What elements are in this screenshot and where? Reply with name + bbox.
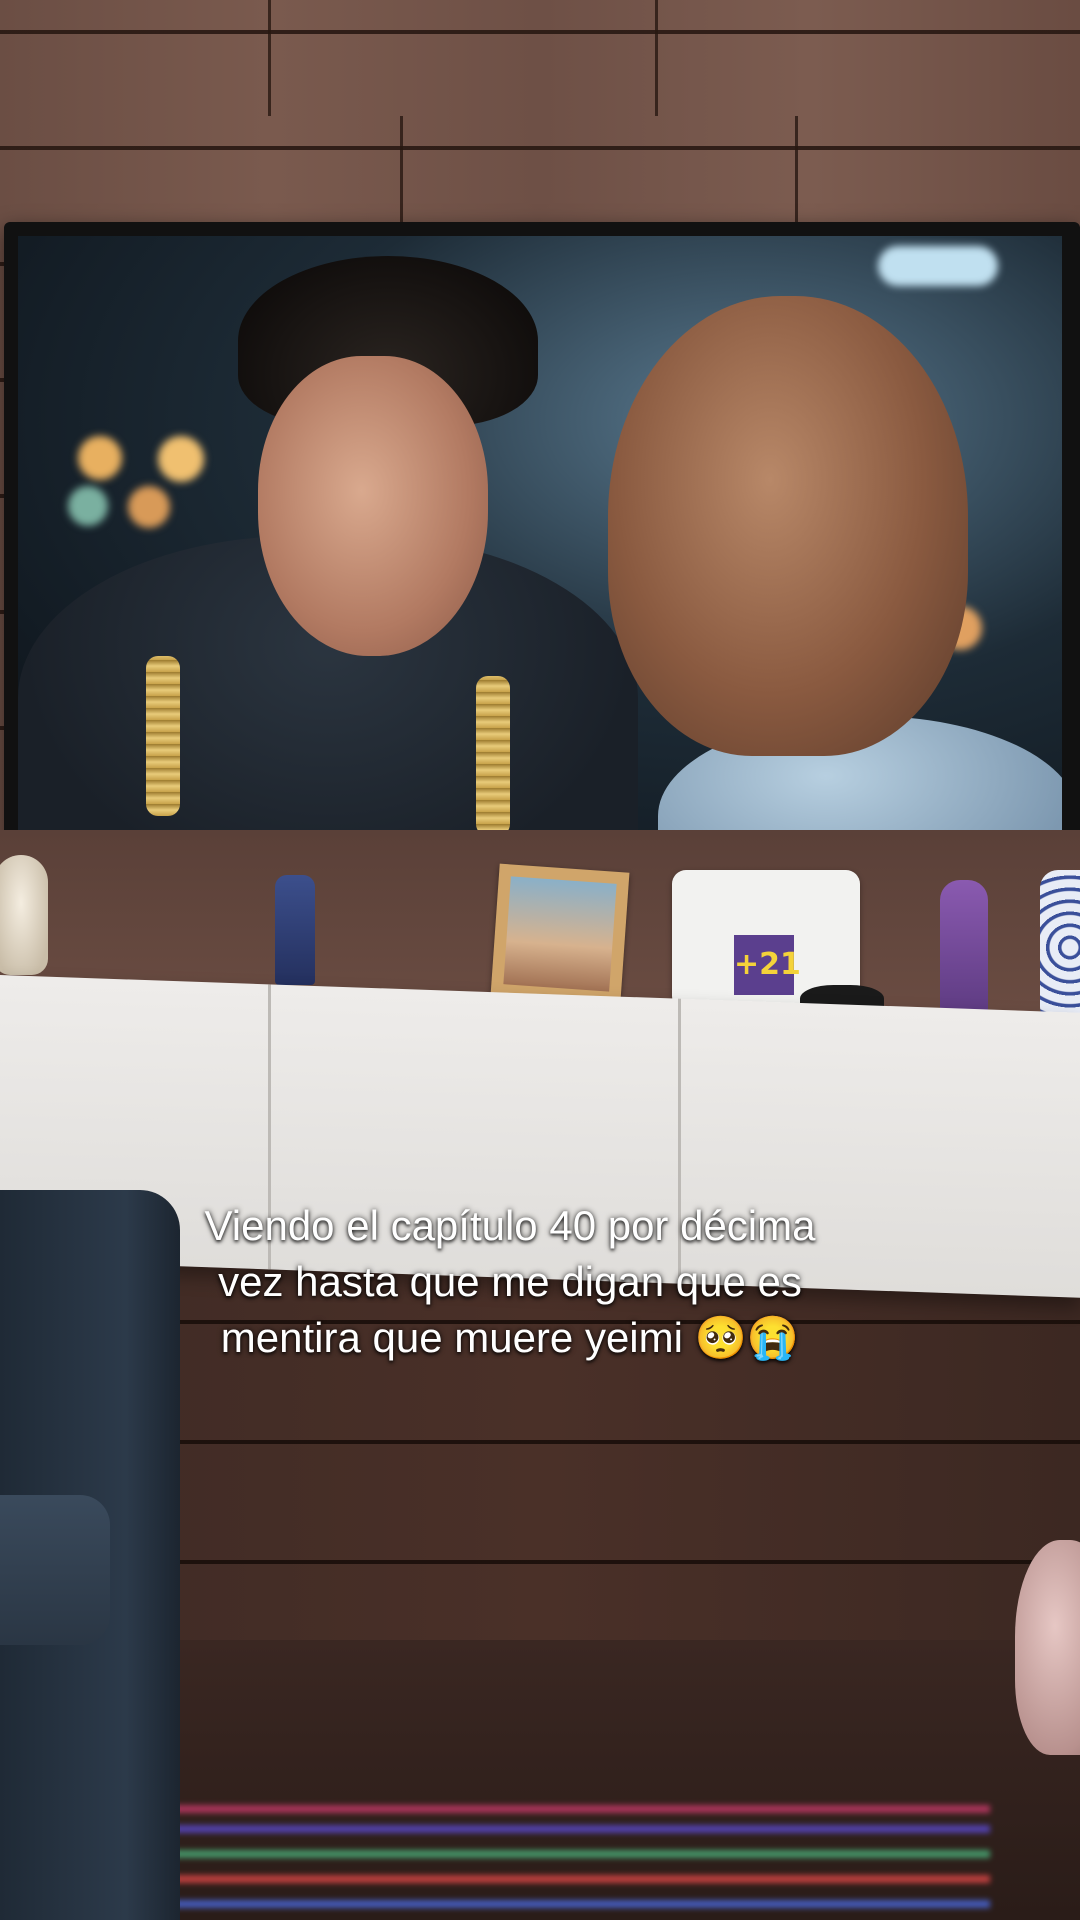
television	[4, 222, 1080, 872]
bokeh-light	[68, 486, 108, 526]
gold-chain	[476, 676, 510, 836]
caption-line: Viendo el capítulo 40 por décima	[204, 1202, 816, 1249]
wall-seam	[795, 116, 798, 228]
photo	[503, 876, 617, 992]
vase-right	[1040, 870, 1080, 1025]
man-face	[258, 356, 488, 656]
rug-stripe	[90, 1825, 990, 1833]
wall-seam	[400, 116, 403, 228]
video-frame: +21 Viendo el capítulo 40 por décima vez…	[0, 0, 1080, 1920]
tv-screen	[18, 236, 1062, 850]
wall-seam	[655, 0, 658, 116]
gold-chain	[146, 656, 180, 816]
rug-stripe	[90, 1875, 990, 1883]
video-caption: Viendo el capítulo 40 por décima vez has…	[40, 1198, 1040, 1366]
vase-left	[0, 855, 48, 975]
blue-figurine	[275, 875, 315, 985]
photo-frame	[490, 863, 630, 1005]
purple-figurine	[940, 880, 988, 1020]
caption-line: mentira que muere yeimi 🥺😭	[220, 1314, 800, 1361]
wall-seam	[268, 0, 271, 116]
rug-stripe	[90, 1900, 990, 1908]
woman-head	[608, 296, 968, 756]
router-sticker: +21	[734, 935, 801, 995]
bokeh-light	[78, 436, 122, 480]
sofa-cushion	[0, 1495, 110, 1645]
caption-line: vez hasta que me digan que es	[218, 1258, 802, 1305]
rug-stripe	[90, 1850, 990, 1858]
bokeh-light	[878, 246, 998, 286]
bokeh-light	[158, 436, 204, 482]
rug-stripe	[90, 1805, 990, 1813]
bokeh-light	[128, 486, 170, 528]
